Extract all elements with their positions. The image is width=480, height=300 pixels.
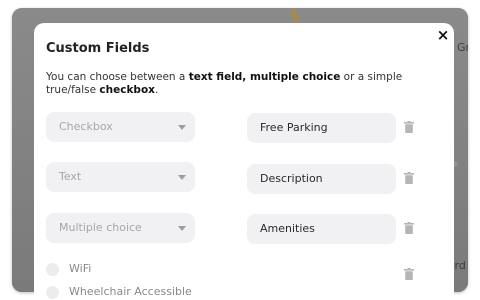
trash-icon[interactable] <box>404 268 414 280</box>
field-name-value: Free Parking <box>260 121 328 134</box>
modal-description: You can choose between a text field, mul… <box>46 71 436 97</box>
trash-icon[interactable] <box>404 172 414 184</box>
field-type-select[interactable]: Text <box>46 162 195 192</box>
modal-title: Custom Fields <box>46 41 150 56</box>
description-text: . <box>154 84 159 96</box>
trash-icon[interactable] <box>404 222 414 234</box>
radio-button[interactable] <box>46 263 59 276</box>
description-bold: checkbox <box>99 84 155 96</box>
chevron-down-icon <box>178 226 186 231</box>
close-icon[interactable]: × <box>437 26 450 44</box>
field-name-value: Description <box>260 172 323 185</box>
field-type-value: Text <box>59 170 82 183</box>
chevron-down-icon <box>178 175 186 180</box>
field-name-input[interactable]: Description <box>247 164 396 194</box>
option-label: WiFi <box>69 262 92 275</box>
trash-icon[interactable] <box>404 121 414 133</box>
field-name-input[interactable]: Amenities <box>247 214 396 244</box>
field-name-input[interactable]: Free Parking <box>247 113 396 143</box>
option-label: Wheelchair Accessible <box>69 285 192 298</box>
field-type-select[interactable]: Checkbox <box>46 112 195 142</box>
close-button[interactable]: × <box>436 27 450 43</box>
field-name-value: Amenities <box>260 222 315 235</box>
radio-button[interactable] <box>46 286 59 299</box>
chevron-down-icon <box>178 125 186 130</box>
field-type-select[interactable]: Multiple choice <box>46 213 195 243</box>
field-type-value: Checkbox <box>59 120 113 133</box>
description-text: You can choose between a <box>46 71 189 83</box>
map-label: Gr <box>457 41 468 54</box>
field-type-value: Multiple choice <box>59 221 142 234</box>
description-bold: text field, multiple choice <box>188 71 341 83</box>
